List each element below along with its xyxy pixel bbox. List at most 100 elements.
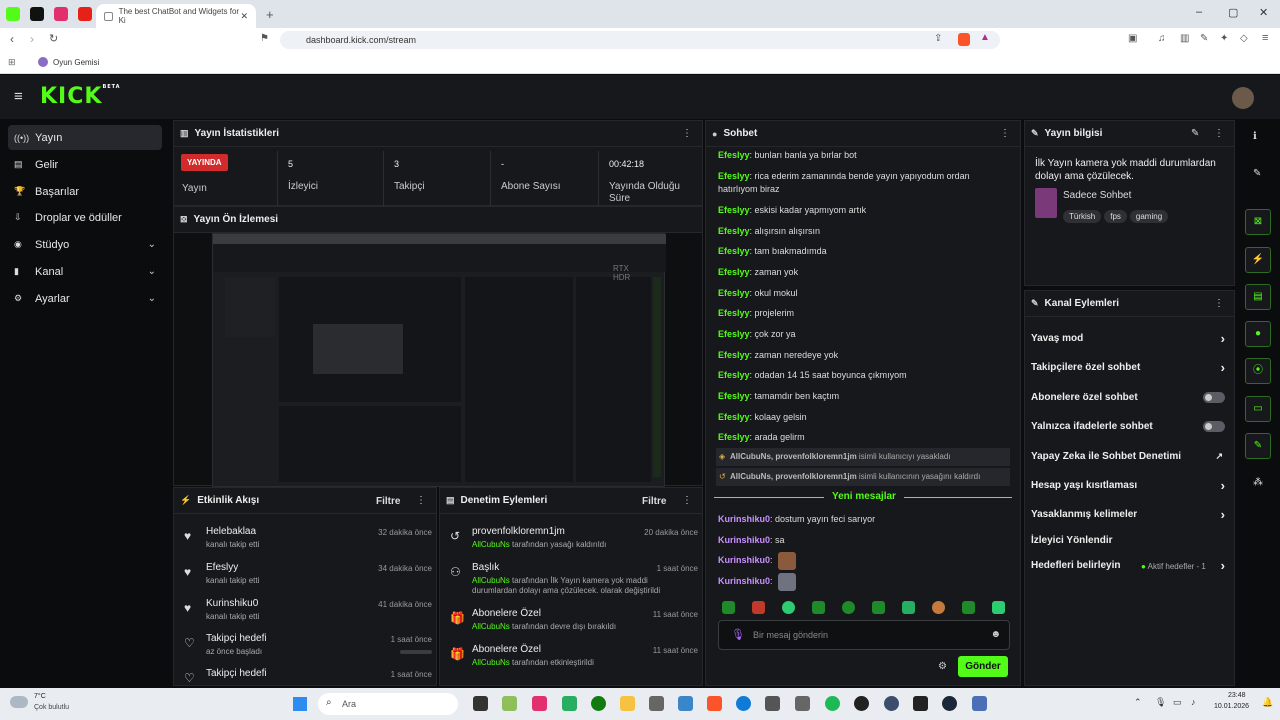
chat-input[interactable]: 🎙 Bir mesaj gönderin ☻ — [718, 620, 1010, 650]
chat-username[interactable]: Efeslyy — [718, 308, 750, 318]
actor-name[interactable]: AllCubuNs — [472, 622, 510, 631]
preview-video[interactable]: RTX HDR — [212, 233, 666, 487]
clock-time[interactable]: 23:48 — [1228, 692, 1246, 699]
feed-title[interactable]: provenfolkloremn1jm — [472, 526, 565, 537]
chat-settings-gear-icon[interactable]: ⚙ — [938, 661, 947, 672]
app-icon[interactable] — [884, 696, 899, 711]
vpn-icon[interactable]: ◇ — [1240, 33, 1248, 44]
edit-pencil-icon[interactable]: ✎ — [1191, 128, 1199, 139]
bookmark-icon[interactable]: ⚑ — [260, 33, 269, 44]
followers-only-row[interactable]: Takipçilere özel sohbet › — [1031, 360, 1229, 375]
sidebar-item-studyo[interactable]: ◉ Stüdyo ⌄ — [8, 232, 162, 257]
instagram-app-icon[interactable] — [532, 696, 547, 711]
tag-chip[interactable]: Türkish — [1063, 210, 1102, 223]
new-messages-label[interactable]: Yeni mesajlar — [824, 491, 904, 502]
tools-rail-icon[interactable]: ✎ — [1245, 433, 1271, 459]
share-icon[interactable]: ⇪ — [934, 33, 942, 44]
emote-button[interactable] — [812, 601, 825, 614]
chat-rail-icon[interactable]: ● — [1245, 321, 1271, 347]
brave-app-icon[interactable] — [707, 696, 722, 711]
chat-username[interactable]: Efeslyy — [718, 412, 750, 422]
slow-mode-row[interactable]: Yavaş mod › — [1031, 331, 1229, 346]
category-thumbnail[interactable] — [1035, 188, 1057, 218]
chat-username[interactable]: Efeslyy — [718, 246, 750, 256]
app-icon[interactable] — [972, 696, 987, 711]
brave-rewards-icon[interactable]: ▲ — [980, 32, 990, 43]
reload-icon[interactable]: ↻ — [49, 32, 58, 45]
emote-button[interactable] — [902, 601, 915, 614]
instagram-pinned-tab-icon[interactable] — [54, 7, 68, 21]
chat-username[interactable]: Efeslyy — [718, 391, 750, 401]
windows-start-icon[interactable] — [293, 697, 307, 711]
address-bar[interactable]: dashboard.kick.com/stream — [280, 31, 1000, 49]
forward-icon[interactable]: › — [30, 32, 34, 46]
emote-button[interactable] — [962, 601, 975, 614]
broadcast-rail-icon[interactable]: ⦿ — [1245, 358, 1271, 384]
chat-username[interactable]: Kurinshiku0 — [718, 576, 770, 586]
feed-title[interactable]: Efeslyy — [206, 562, 238, 573]
preview-rail-icon[interactable]: ⊠ — [1245, 209, 1271, 235]
notifications-icon[interactable]: 🔔 — [1262, 697, 1273, 708]
avatar[interactable] — [1232, 87, 1254, 109]
app-icon[interactable] — [913, 696, 928, 711]
settings-app-icon[interactable] — [678, 696, 693, 711]
extensions-icon[interactable]: ✎ — [1200, 33, 1208, 44]
kick-pinned-tab-icon[interactable] — [6, 7, 20, 21]
tiktok-pinned-tab-icon[interactable] — [30, 7, 44, 21]
emote-button[interactable] — [932, 601, 945, 614]
more-options-icon[interactable]: ⋮ — [1000, 128, 1010, 139]
chat-username[interactable]: Efeslyy — [718, 267, 750, 277]
hamburger-menu-icon[interactable]: ≡ — [14, 88, 23, 105]
add-widget-icon[interactable]: ⁂ — [1253, 477, 1263, 488]
info-icon[interactable]: ℹ — [1253, 131, 1257, 142]
tag-chip[interactable]: fps — [1104, 210, 1127, 223]
more-options-icon[interactable]: ⋮ — [1214, 298, 1224, 309]
bookmark-link[interactable]: Oyun Gemisi — [53, 58, 99, 67]
file-explorer-icon[interactable] — [620, 696, 635, 711]
category-name[interactable]: Sadece Sohbet — [1063, 190, 1131, 201]
app-icon[interactable] — [473, 696, 488, 711]
emoji-picker-icon[interactable]: ☻ — [990, 629, 1001, 640]
feed-title[interactable]: Helebaklaa — [206, 526, 256, 537]
network-icon[interactable]: ▭ — [1173, 697, 1182, 708]
sidebar-toggle-icon[interactable]: ▥ — [1180, 33, 1189, 44]
menu-icon[interactable]: ≡ — [1262, 32, 1268, 44]
new-tab-button[interactable]: + — [266, 7, 274, 22]
microphone-icon[interactable]: 🎙 — [731, 628, 745, 641]
clock-date[interactable]: 10.01.2026 — [1214, 703, 1249, 710]
kick-logo[interactable]: KICKBETA — [40, 84, 121, 109]
minimize-button[interactable]: – — [1196, 6, 1202, 18]
sidebar-item-ayarlar[interactable]: ⚙ Ayarlar ⌄ — [8, 286, 162, 311]
raid-row[interactable]: İzleyici Yönlendir — [1031, 535, 1229, 546]
account-age-row[interactable]: Hesap yaşı kısıtlaması › — [1031, 478, 1229, 493]
goals-row[interactable]: Hedefleri belirleyin ● Aktif hedefler - 1… — [1031, 558, 1229, 573]
ai-moderation-row[interactable]: Yapay Zeka ile Sohbet Denetimi ↗ — [1031, 451, 1229, 462]
banned-words-row[interactable]: Yasaklanmış kelimeler › — [1031, 507, 1229, 522]
moderation-rail-icon[interactable]: ▤ — [1245, 284, 1271, 310]
streamer-rail-icon[interactable]: ▭ — [1245, 396, 1271, 422]
emote-button[interactable] — [992, 601, 1005, 614]
edge-app-icon[interactable] — [736, 696, 751, 711]
chat-username[interactable]: Efeslyy — [718, 350, 750, 360]
tray-chevron-icon[interactable]: ⌃ — [1134, 697, 1142, 708]
sidebar-item-basarilar[interactable]: 🏆 Başarılar — [8, 179, 162, 204]
chat-username[interactable]: Efeslyy — [718, 370, 750, 380]
emotes-only-toggle[interactable] — [1203, 421, 1225, 432]
obs-app-icon[interactable] — [854, 696, 869, 711]
close-tab-icon[interactable]: ✕ — [240, 11, 248, 22]
play-app-icon[interactable] — [562, 696, 577, 711]
steam-app-icon[interactable] — [942, 696, 957, 711]
chat-username[interactable]: Efeslyy — [718, 432, 750, 442]
spotify-app-icon[interactable] — [825, 696, 840, 711]
chat-username[interactable]: Efeslyy — [718, 205, 750, 215]
more-options-icon[interactable]: ⋮ — [416, 495, 426, 506]
microphone-tray-icon[interactable]: 🎙 — [1155, 697, 1166, 708]
app-icon[interactable] — [795, 696, 810, 711]
leo-icon[interactable]: ✦ — [1220, 33, 1228, 44]
chat-username[interactable]: Efeslyy — [718, 171, 750, 181]
activity-rail-icon[interactable]: ⚡ — [1245, 247, 1271, 273]
more-options-icon[interactable]: ⋮ — [682, 128, 692, 139]
emote-button[interactable] — [872, 601, 885, 614]
browser-tab-active[interactable]: The best ChatBot and Widgets for Ki ✕ — [96, 4, 256, 28]
filter-button[interactable]: Filtre — [376, 496, 400, 507]
